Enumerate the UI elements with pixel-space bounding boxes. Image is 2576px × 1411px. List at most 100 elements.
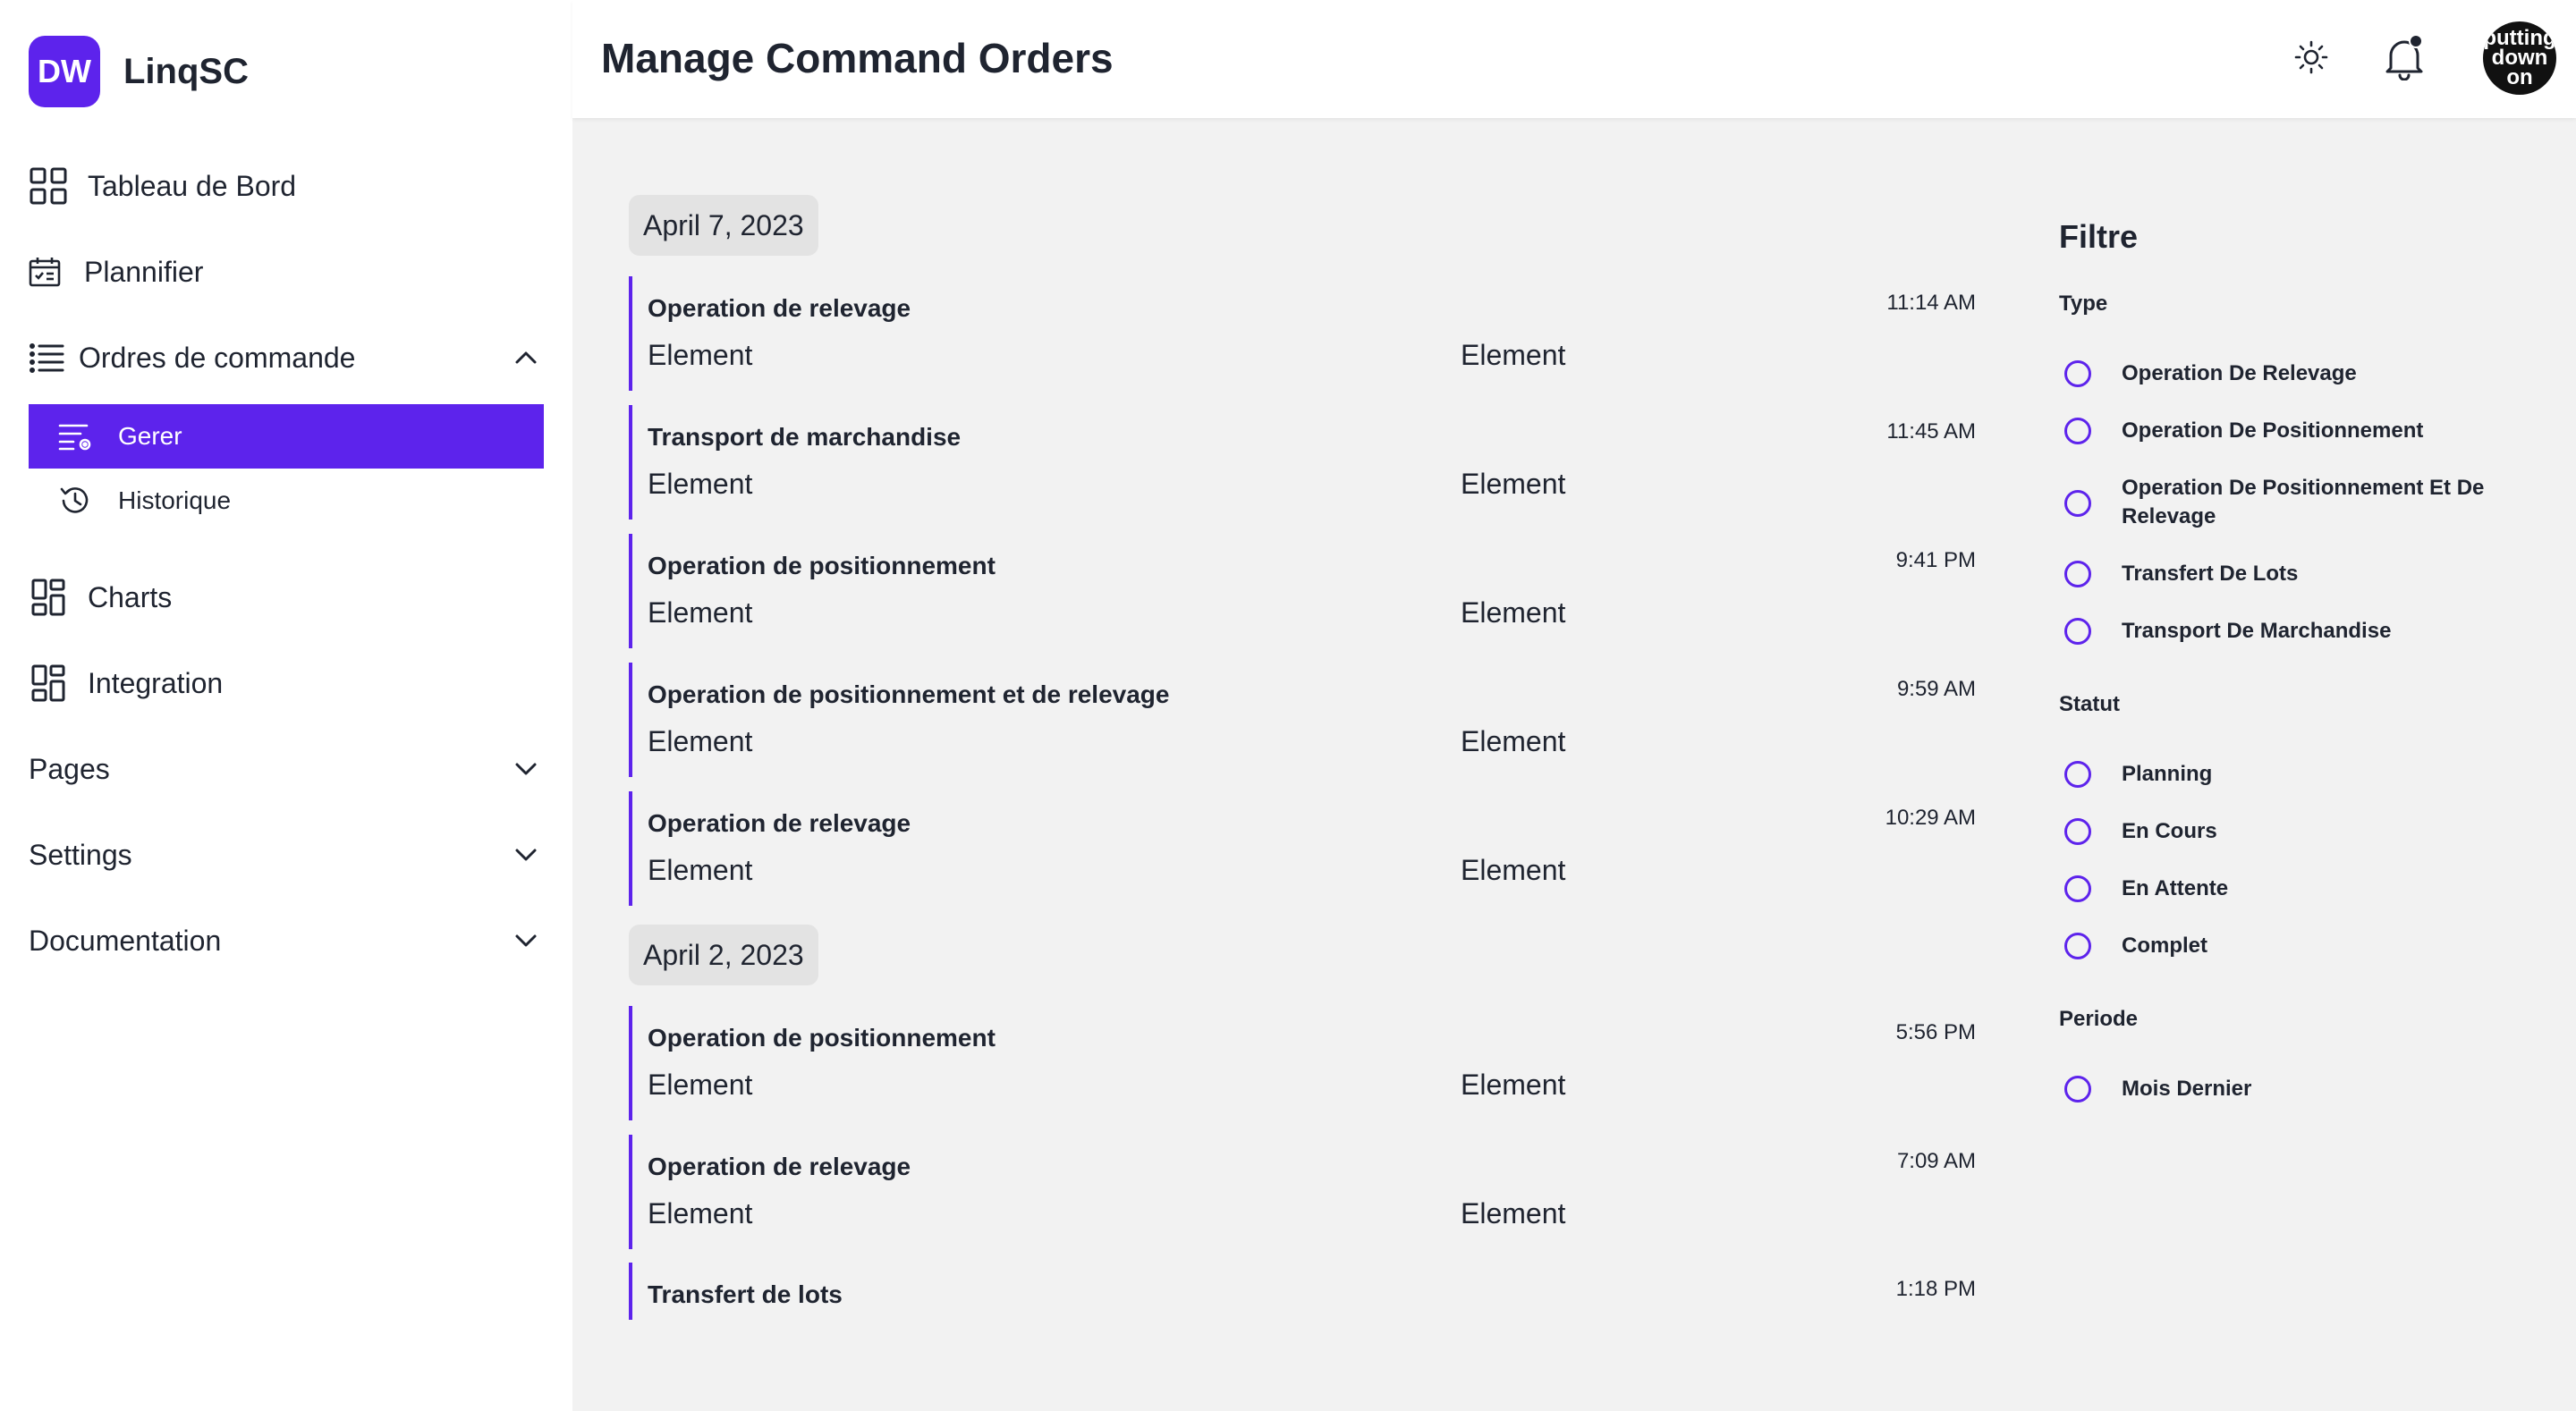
radio-button[interactable]: [2064, 761, 2091, 788]
filter-option-label: Operation De Positionnement: [2122, 418, 2424, 443]
sidebar-item-documentation[interactable]: Documentation: [29, 908, 544, 973]
sidebar-item-charts[interactable]: Charts: [29, 565, 544, 629]
radio-button[interactable]: [2064, 875, 2091, 902]
radio-button[interactable]: [2064, 561, 2091, 587]
filter-option-label: En Cours: [2122, 819, 2217, 843]
radio-button[interactable]: [2064, 418, 2091, 444]
filter-option[interactable]: Operation De Relevage: [2064, 360, 2529, 388]
chevron-down-icon[interactable]: [513, 928, 538, 953]
filter-option-label: Operation De Relevage: [2122, 361, 2357, 385]
order-item[interactable]: Operation de positionnement 5:56 PM Elem…: [629, 1006, 1983, 1120]
brand-name[interactable]: LinqSC: [123, 52, 249, 92]
order-title: Operation de relevage: [648, 1153, 911, 1180]
order-time: 9:59 AM: [1896, 677, 1976, 701]
sidebar-item-label: Integration: [88, 666, 224, 699]
sidebar-subitem-historique[interactable]: Historique: [29, 469, 544, 533]
filter-section-type: Type: [2059, 291, 2108, 316]
order-element: Element: [648, 1197, 753, 1229]
order-element: Element: [648, 1069, 753, 1101]
filter-option[interactable]: Complet: [2064, 933, 2529, 960]
order-element: Element: [648, 854, 753, 886]
filter-option-label: Transport De Marchandise: [2122, 619, 2392, 643]
filter-option[interactable]: En Attente: [2064, 875, 2529, 903]
order-item[interactable]: Transport de marchandise 11:45 AM Elemen…: [629, 405, 1983, 520]
order-time: 11:45 AM: [1886, 419, 1976, 444]
filter-option[interactable]: Planning: [2064, 761, 2529, 789]
filter-option[interactable]: Mois Dernier: [2064, 1076, 2529, 1103]
order-title: Transport de marchandise: [648, 423, 962, 451]
order-item[interactable]: Operation de relevage 11:14 AM Element E…: [629, 276, 1983, 391]
order-title: Operation de positionnement: [648, 552, 996, 579]
filter-option[interactable]: En Cours: [2064, 818, 2529, 846]
sidebar-item-label: Settings: [29, 838, 132, 871]
chevron-down-icon[interactable]: [513, 756, 538, 782]
sidebar: DW LinqSC Tableau de Bord Plannifier Ord…: [0, 0, 572, 1411]
filter-option[interactable]: Transfert De Lots: [2064, 561, 2529, 588]
radio-button[interactable]: [2064, 818, 2091, 845]
order-time: 11:14 AM: [1886, 291, 1976, 315]
theme-toggle-button[interactable]: [2286, 34, 2336, 84]
list-settings-icon: [55, 417, 95, 456]
order-element: Element: [1461, 854, 1566, 886]
order-element: Element: [648, 339, 753, 371]
filter-option-label: Operation De Positionnement Et De Releva…: [2122, 476, 2485, 528]
order-element: Element: [648, 468, 753, 500]
sidebar-item-label: Charts: [88, 580, 173, 613]
order-element: Element: [648, 725, 753, 757]
sidebar-item-settings[interactable]: Settings: [29, 823, 544, 887]
avatar[interactable]: putting down on: [2483, 21, 2556, 95]
radio-button[interactable]: [2064, 360, 2091, 387]
order-item[interactable]: Transfert de lots 1:18 PM: [629, 1263, 1983, 1320]
filter-option[interactable]: Transport De Marchandise: [2064, 618, 2529, 646]
date-badge: April 2, 2023: [629, 925, 818, 985]
sidebar-item-label: Pages: [29, 752, 110, 785]
sidebar-item-ordres-de-commande[interactable]: Ordres de commande: [29, 325, 544, 390]
dashboard-icon: [29, 578, 68, 617]
sidebar-subitem-label: Gerer: [118, 422, 182, 450]
history-icon: [55, 481, 95, 520]
notifications-button[interactable]: [2379, 33, 2429, 84]
sidebar-item-integration[interactable]: Integration: [29, 651, 544, 715]
list-icon: [29, 338, 64, 377]
radio-button[interactable]: [2064, 618, 2091, 645]
order-title: Operation de positionnement: [648, 1024, 996, 1052]
filter-section-statut: Statut: [2059, 692, 2120, 716]
radio-button[interactable]: [2064, 933, 2091, 959]
sidebar-item-plannifier[interactable]: Plannifier: [29, 240, 544, 304]
order-element: Element: [1461, 1069, 1566, 1101]
filter-option-label: Mois Dernier: [2122, 1077, 2252, 1101]
order-title: Transfert de lots: [648, 1280, 843, 1308]
order-item[interactable]: Operation de positionnement et de releva…: [629, 663, 1983, 777]
radio-button[interactable]: [2064, 1076, 2091, 1103]
sidebar-item-label: Documentation: [29, 924, 222, 957]
order-element: Element: [1461, 596, 1566, 629]
filter-option-label: En Attente: [2122, 876, 2229, 900]
order-title: Operation de relevage: [648, 294, 911, 322]
order-element: Element: [1461, 468, 1566, 500]
order-item[interactable]: Operation de relevage 10:29 AM Element E…: [629, 791, 1983, 906]
filter-option[interactable]: Operation De Positionnement Et De Releva…: [2064, 476, 2529, 531]
sidebar-item-tableau-de-bord[interactable]: Tableau de Bord: [29, 154, 544, 218]
order-item[interactable]: Operation de positionnement 9:41 PM Elem…: [629, 534, 1983, 648]
sidebar-item-pages[interactable]: Pages: [29, 737, 544, 801]
sidebar-subitem-gerer[interactable]: Gerer: [29, 404, 544, 469]
order-time: 10:29 AM: [1885, 806, 1976, 830]
grid-icon: [29, 166, 68, 206]
order-item[interactable]: Operation de relevage 7:09 AM Element El…: [629, 1135, 1983, 1249]
filter-section-periode: Periode: [2059, 1007, 2139, 1031]
filter-title: Filtre: [2059, 218, 2139, 255]
chevron-down-icon[interactable]: [513, 842, 538, 867]
order-element: Element: [1461, 725, 1566, 757]
page-title: Manage Command Orders: [601, 35, 1114, 81]
order-element: Element: [1461, 1197, 1566, 1229]
chevron-up-icon[interactable]: [513, 345, 538, 370]
brand-logo[interactable]: DW: [29, 36, 100, 107]
radio-button[interactable]: [2064, 490, 2091, 517]
order-time: 7:09 AM: [1896, 1149, 1976, 1173]
brand[interactable]: DW LinqSC: [29, 36, 249, 107]
sidebar-item-label: Tableau de Bord: [88, 169, 297, 202]
sidebar-item-label: Ordres de commande: [79, 341, 356, 374]
top-header: Manage Command Orders putting down on: [572, 0, 2576, 118]
order-title: Operation de relevage: [648, 809, 911, 837]
filter-option[interactable]: Operation De Positionnement: [2064, 418, 2529, 445]
